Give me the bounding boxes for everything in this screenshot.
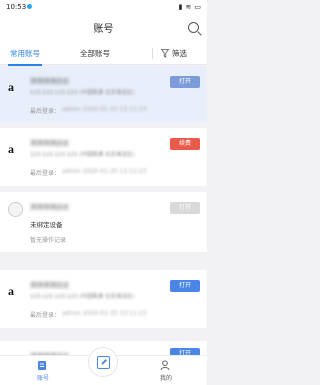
account-name: 测测测测达达 <box>30 281 69 289</box>
account-name: 测测测测达达 <box>30 139 69 147</box>
expand-icon <box>97 356 110 369</box>
status-time: 10:53 <box>6 3 27 11</box>
unbound-device-text: 未绑定设备 <box>30 221 63 229</box>
last-login-value: admin 2020-01-20 13:11:23 <box>62 310 147 317</box>
status-bar: 10:53 ▮ ≋ ▭ <box>0 0 207 14</box>
battery-icon: ▭ <box>194 3 201 11</box>
open-button[interactable]: 打开 <box>170 76 200 88</box>
last-login-label: 最后登录： <box>30 312 61 319</box>
amazon-logo-icon: a <box>8 80 14 94</box>
user-icon[interactable] <box>160 360 170 371</box>
center-action-button[interactable] <box>88 347 118 377</box>
notification-dot-icon <box>27 4 32 9</box>
account-ip: 123.123.123.123 (中国联通 北京海淀区) <box>30 152 135 158</box>
account-card[interactable]: a 测测测测达达 123.123.123.123 (中国联通 北京海淀区) 最后… <box>0 128 207 186</box>
last-login-label: 最后登录： <box>30 108 61 115</box>
tab-all-accounts[interactable]: 全部账号 <box>80 48 110 59</box>
account-ip: 123.123.123.123 (中国联通 北京海淀区) <box>30 90 135 96</box>
tab-divider <box>152 48 153 59</box>
top-nav: 账号 <box>0 14 207 42</box>
renew-button[interactable]: 续费 <box>170 138 200 150</box>
page-title: 账号 <box>93 24 114 35</box>
amazon-logo-icon: a <box>8 142 14 156</box>
filter-button[interactable]: 筛选 <box>172 48 187 59</box>
open-button[interactable]: 打开 <box>170 280 200 292</box>
search-icon[interactable] <box>188 22 199 33</box>
account-card[interactable]: a 测测测测达达 123.123.123.123 (中国联通 北京海淀区) 最后… <box>0 270 207 328</box>
account-card[interactable]: a 测测测测达达 123.123.123.123 (中国联通 北京海淀区) 最后… <box>0 66 207 170</box>
last-login-label: 最后登录： <box>30 170 61 177</box>
open-button-disabled[interactable]: 打开 <box>170 202 200 214</box>
wifi-icon: ≋ <box>185 3 192 11</box>
filter-icon[interactable] <box>161 49 169 58</box>
no-operation-record-text: 暂无操作记录 <box>30 237 67 244</box>
account-name: 测测测测达达 <box>30 77 69 85</box>
system-icons: ▮ ≋ ▭ <box>179 3 201 11</box>
account-ip: 123.123.123.123 (中国联通 北京海淀区) <box>30 294 135 300</box>
default-avatar-icon <box>8 202 23 217</box>
amazon-logo-icon: a <box>8 284 14 298</box>
signal-icon: ▮ <box>178 3 183 11</box>
account-name: 测测测测达达 <box>30 203 69 211</box>
account-card[interactable]: 测测测测达达 未绑定设备 暂无操作记录 打开 <box>0 192 207 252</box>
nav-mine-label[interactable]: 我的 <box>160 373 172 382</box>
last-login-value: admin 2020-01-20 13:11:23 <box>62 168 147 175</box>
nav-account-label[interactable]: 账号 <box>37 373 49 382</box>
account-tab-icon[interactable] <box>37 360 47 371</box>
tab-bar: 常用账号 全部账号 筛选 <box>0 42 207 66</box>
last-login-value: admin 2020-01-20 13:11:23 <box>62 106 147 113</box>
tab-common-accounts[interactable]: 常用账号 <box>8 48 42 66</box>
